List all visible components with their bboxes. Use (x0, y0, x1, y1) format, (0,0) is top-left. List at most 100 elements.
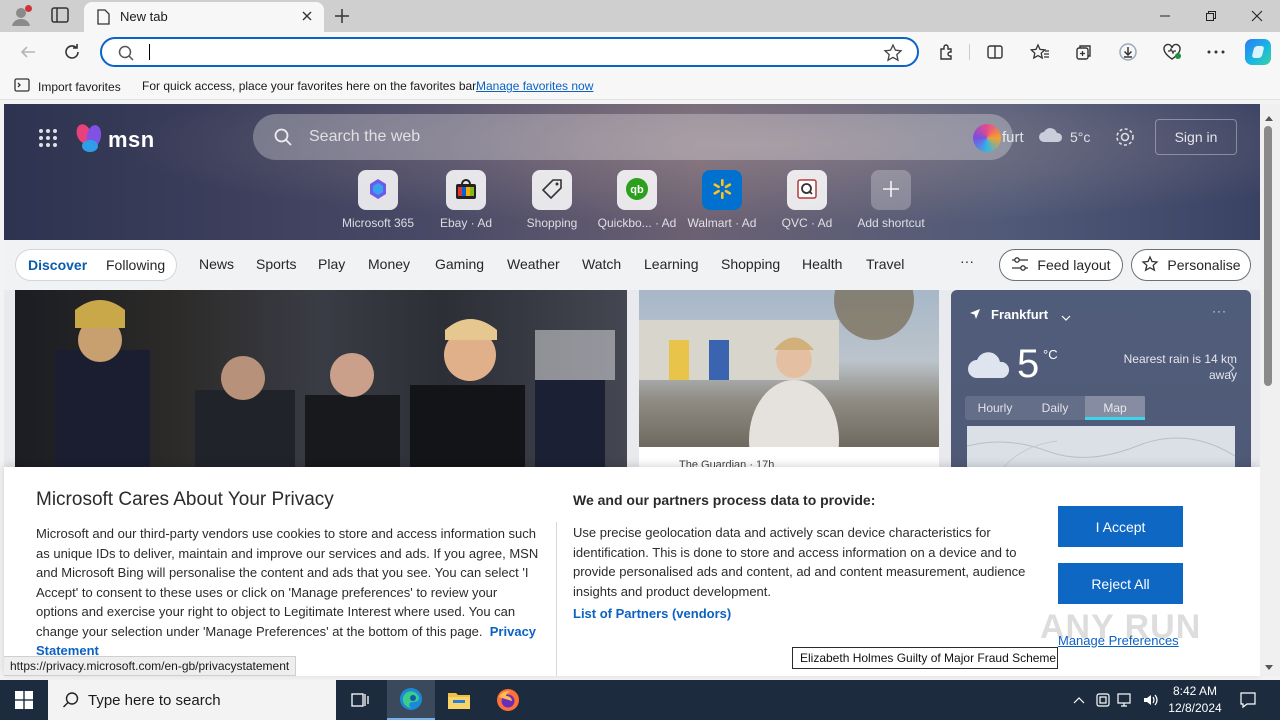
tab-actions-icon[interactable] (50, 6, 72, 26)
walmart-icon (710, 177, 734, 204)
close-tab-icon[interactable] (300, 9, 314, 26)
ebay-icon (453, 176, 479, 205)
scrollbar-thumb[interactable] (1264, 126, 1272, 386)
firefox-icon[interactable] (484, 680, 532, 720)
tab-sports[interactable]: Sports (256, 256, 296, 272)
shortcut-shopping[interactable]: Shopping (512, 170, 592, 230)
status-bar-url: https://privacy.microsoft.com/en-gb/priv… (4, 656, 297, 676)
taskbar-search-box[interactable]: Type here to search (48, 680, 336, 720)
list-of-partners-link[interactable]: List of Partners (vendors) (573, 606, 731, 621)
network-icon[interactable] (1117, 691, 1135, 709)
shortcut-label: Microsoft 365 (341, 216, 415, 230)
gear-icon[interactable] (1114, 126, 1138, 150)
tab-health[interactable]: Health (802, 256, 842, 272)
address-input[interactable] (149, 44, 150, 60)
copilot-search-icon[interactable] (973, 124, 1001, 152)
tab-gaming[interactable]: Gaming (435, 256, 484, 272)
split-screen-icon[interactable] (983, 40, 1007, 64)
taskbar: Type here to search 8:42 AM 12/8/2024 (0, 680, 1280, 720)
title-bar: New tab (0, 0, 1280, 32)
weather-city[interactable]: Frankfurt (991, 307, 1048, 322)
tab-play[interactable]: Play (318, 256, 345, 272)
chevron-right-icon[interactable] (1227, 362, 1235, 377)
favorites-icon[interactable] (1028, 40, 1052, 64)
chevron-down-icon[interactable] (1061, 310, 1071, 325)
weather-card[interactable]: Frankfurt ··· 5 °C Nearest rain is 14 km… (951, 290, 1251, 470)
more-tabs-button[interactable]: ··· (960, 253, 974, 269)
page-scrollbar[interactable] (1260, 104, 1280, 676)
file-explorer-icon[interactable] (435, 680, 483, 720)
copilot-icon[interactable] (1245, 39, 1271, 65)
taskbar-search-placeholder: Type here to search (88, 692, 221, 709)
app-launcher-icon[interactable] (38, 128, 58, 148)
refresh-icon[interactable] (60, 40, 84, 64)
news-card[interactable]: The Guardian · 17h (639, 290, 939, 470)
volume-icon[interactable] (1142, 691, 1160, 709)
shortcut-qvc[interactable]: QVC · Ad (767, 170, 847, 230)
favorite-star-icon[interactable] (883, 43, 903, 66)
personalise-button[interactable]: Personalise (1131, 249, 1251, 281)
tab-news[interactable]: News (199, 256, 234, 272)
top-story-card[interactable] (15, 290, 627, 470)
chevron-up-icon[interactable] (1070, 691, 1088, 709)
tab-new-tab[interactable]: New tab (84, 2, 324, 32)
new-tab-button[interactable] (332, 6, 352, 26)
favorites-bar: Import favorites For quick access, place… (0, 72, 1280, 100)
accept-button[interactable]: I Accept (1058, 506, 1183, 547)
task-view-icon[interactable] (336, 680, 384, 720)
browser-essentials-icon[interactable] (1160, 40, 1184, 64)
feed-layout-label: Feed layout (1037, 257, 1111, 273)
weather-more-icon[interactable]: ··· (1212, 304, 1227, 318)
location-label[interactable]: furt (1002, 129, 1024, 146)
minimize-button[interactable] (1142, 4, 1188, 28)
collections-icon[interactable] (1072, 40, 1096, 64)
tab-watch[interactable]: Watch (582, 256, 621, 272)
shortcut-quickbooks[interactable]: qb Quickbo... · Ad (597, 170, 677, 230)
scroll-up-icon[interactable] (1264, 110, 1274, 125)
weather-map[interactable] (966, 426, 1236, 470)
shortcut-walmart[interactable]: Walmart · Ad (682, 170, 762, 230)
downloads-icon[interactable] (1116, 40, 1140, 64)
manage-favorites-link[interactable]: Manage favorites now (476, 79, 593, 93)
search-icon (62, 691, 80, 712)
scroll-down-icon[interactable] (1264, 660, 1274, 675)
feed-layout-button[interactable]: Feed layout (999, 249, 1123, 281)
start-button[interactable] (0, 680, 48, 720)
restore-button[interactable] (1188, 4, 1234, 28)
tab-daily[interactable]: Daily (1025, 396, 1085, 420)
profile-icon[interactable] (10, 5, 32, 27)
msn-logo[interactable]: msn (74, 122, 164, 156)
import-favorites-button[interactable]: Import favorites (14, 78, 121, 95)
system-clock[interactable]: 8:42 AM 12/8/2024 (1164, 683, 1226, 717)
privacy-body-text: Microsoft and our third-party vendors us… (36, 526, 539, 639)
sign-in-button[interactable]: Sign in (1155, 119, 1237, 155)
task-manager-icon[interactable] (1094, 691, 1112, 709)
shortcut-microsoft-365[interactable]: Microsoft 365 (338, 170, 418, 230)
web-search-box[interactable]: Search the web (253, 114, 1013, 160)
tab-map[interactable]: Map (1085, 396, 1145, 420)
tab-money[interactable]: Money (368, 256, 410, 272)
add-shortcut-button[interactable]: Add shortcut (851, 170, 931, 230)
address-bar[interactable] (100, 37, 919, 67)
data-processing-title: We and our partners process data to prov… (573, 492, 876, 508)
weather-view-tabs: Hourly Daily Map (965, 396, 1145, 420)
tab-travel[interactable]: Travel (866, 256, 904, 272)
tab-following[interactable]: Following (106, 257, 165, 273)
tab-weather[interactable]: Weather (507, 256, 560, 272)
temperature-label[interactable]: 5°c (1070, 129, 1090, 145)
tab-shopping[interactable]: Shopping (721, 256, 780, 272)
notifications-icon[interactable] (1238, 690, 1258, 710)
tab-discover[interactable]: Discover (28, 257, 87, 273)
back-icon[interactable] (16, 40, 40, 64)
edge-taskbar-icon[interactable] (387, 680, 435, 720)
close-window-button[interactable] (1234, 4, 1280, 28)
more-menu-icon[interactable] (1204, 40, 1228, 64)
extensions-icon[interactable] (935, 40, 959, 64)
tab-learning[interactable]: Learning (644, 256, 699, 272)
nearest-rain-text[interactable]: Nearest rain is 14 km away (1107, 351, 1237, 383)
tab-hourly[interactable]: Hourly (965, 396, 1025, 420)
reject-all-button[interactable]: Reject All (1058, 563, 1183, 604)
shortcut-ebay[interactable]: Ebay · Ad (426, 170, 506, 230)
shopping-tag-icon (540, 177, 564, 204)
top-story-image (55, 300, 615, 470)
